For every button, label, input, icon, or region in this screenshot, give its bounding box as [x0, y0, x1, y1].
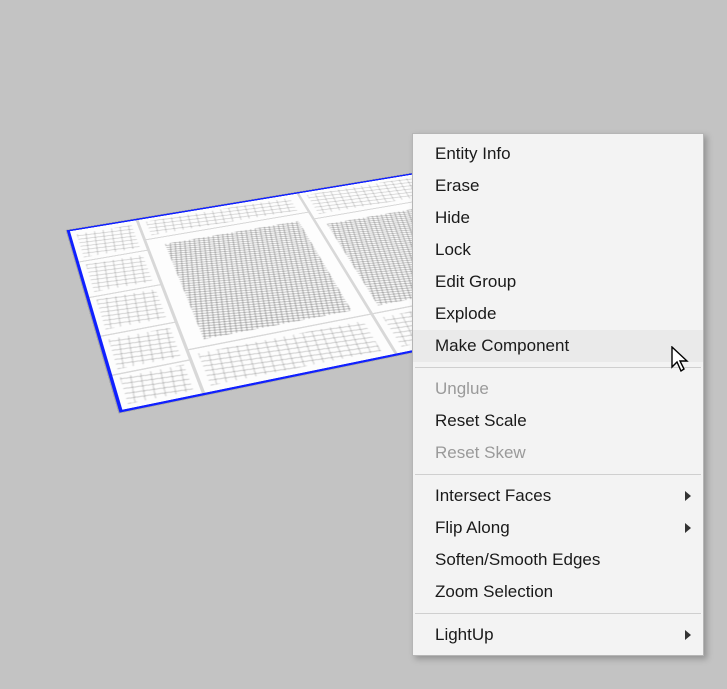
- modeling-viewport[interactable]: Entity Info Erase Hide Lock Edit Group Explod…: [0, 0, 727, 689]
- menu-item-lock[interactable]: Lock: [413, 234, 703, 266]
- menu-item-label: Flip Along: [435, 518, 510, 537]
- menu-item-soften-smooth-edges[interactable]: Soften/Smooth Edges: [413, 544, 703, 576]
- menu-item-label: Erase: [435, 176, 479, 195]
- menu-item-label: Make Component: [435, 336, 569, 355]
- menu-item-make-component[interactable]: Make Component: [413, 330, 703, 362]
- menu-item-reset-skew: Reset Skew: [413, 437, 703, 469]
- menu-item-unglue: Unglue: [413, 373, 703, 405]
- menu-separator: [415, 367, 701, 368]
- menu-item-label: Entity Info: [435, 144, 511, 163]
- menu-item-edit-group[interactable]: Edit Group: [413, 266, 703, 298]
- menu-item-reset-scale[interactable]: Reset Scale: [413, 405, 703, 437]
- submenu-arrow-icon: [685, 523, 691, 533]
- context-menu[interactable]: Entity Info Erase Hide Lock Edit Group Explod…: [412, 133, 704, 656]
- menu-item-intersect-faces[interactable]: Intersect Faces: [413, 480, 703, 512]
- submenu-arrow-icon: [685, 491, 691, 501]
- menu-item-label: Unglue: [435, 379, 489, 398]
- menu-item-label: Soften/Smooth Edges: [435, 550, 600, 569]
- menu-separator: [415, 474, 701, 475]
- menu-item-label: Reset Skew: [435, 443, 526, 462]
- menu-item-hide[interactable]: Hide: [413, 202, 703, 234]
- menu-item-explode[interactable]: Explode: [413, 298, 703, 330]
- menu-item-erase[interactable]: Erase: [413, 170, 703, 202]
- menu-item-label: Zoom Selection: [435, 582, 553, 601]
- menu-item-zoom-selection[interactable]: Zoom Selection: [413, 576, 703, 608]
- menu-item-label: Reset Scale: [435, 411, 527, 430]
- menu-item-lightup[interactable]: LightUp: [413, 619, 703, 651]
- menu-item-entity-info[interactable]: Entity Info: [413, 138, 703, 170]
- menu-item-label: LightUp: [435, 625, 494, 644]
- menu-item-label: Explode: [435, 304, 496, 323]
- menu-item-flip-along[interactable]: Flip Along: [413, 512, 703, 544]
- menu-item-label: Hide: [435, 208, 470, 227]
- menu-item-label: Lock: [435, 240, 471, 259]
- menu-separator: [415, 613, 701, 614]
- menu-item-label: Intersect Faces: [435, 486, 551, 505]
- submenu-arrow-icon: [685, 630, 691, 640]
- menu-item-label: Edit Group: [435, 272, 516, 291]
